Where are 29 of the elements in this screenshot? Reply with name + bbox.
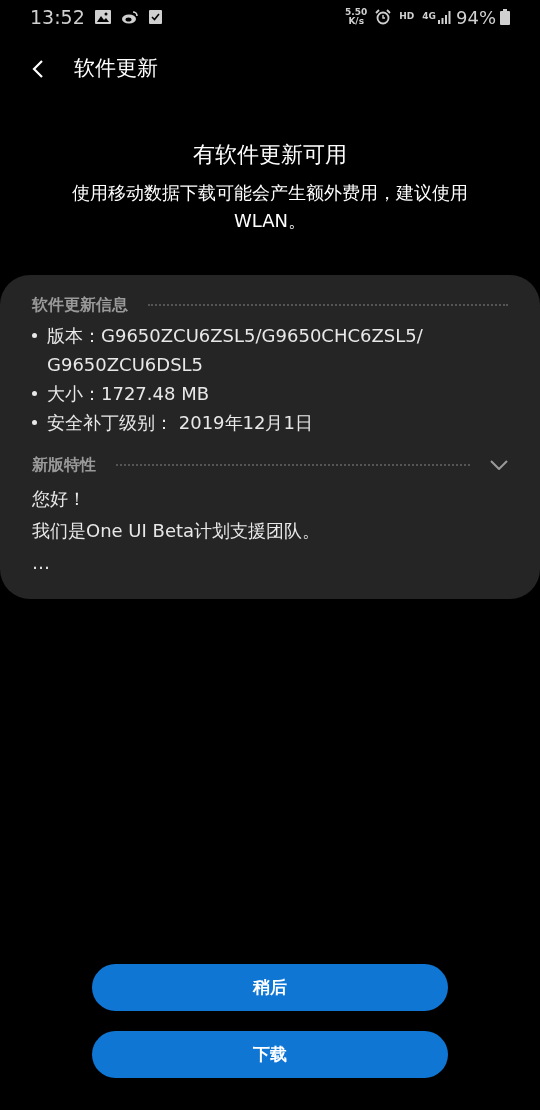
alarm-icon: [375, 9, 392, 25]
battery-percent: 94%: [456, 5, 496, 30]
battery-icon: [500, 9, 510, 25]
bullet-icon: [32, 391, 37, 396]
hd-label: HD: [399, 10, 415, 24]
bullet-icon: [32, 420, 37, 425]
back-icon: [32, 59, 44, 79]
speed-value: 5.50: [345, 8, 368, 17]
section-heading: 软件更新信息: [32, 294, 128, 316]
network-label: 4G: [422, 10, 436, 24]
update-title: 有软件更新可用: [193, 141, 347, 169]
signal-icon: [438, 10, 452, 24]
feature-text: …: [32, 551, 51, 575]
page-title: 软件更新: [74, 55, 158, 83]
feature-text: 我们是One UI Beta计划支援团队。: [32, 519, 322, 543]
feature-text: 您好！: [32, 487, 87, 511]
status-time: 13:52: [30, 4, 85, 30]
gallery-icon: [94, 10, 111, 24]
action-button[interactable]: 下载: [92, 1031, 448, 1078]
bullet-icon: [32, 333, 37, 338]
chevron-icon[interactable]: [490, 460, 508, 470]
info-item: 版本：G9650ZCU6ZSL5/G9650CHC6ZSL5/G9650ZCU6DSL5: [47, 324, 424, 377]
update-message: 使用移动数据下载可能会产生额外费用，建议使用WLAN。: [71, 181, 469, 233]
speed-unit: K/s: [348, 17, 364, 26]
action-button[interactable]: 稍后: [92, 964, 448, 1011]
info-item: 大小：1727.48 MB: [47, 382, 210, 406]
checkbox-icon: [148, 10, 162, 24]
section-heading: 新版特性: [32, 454, 96, 476]
info-item: 安全补丁级别： 2019年12月1日: [47, 411, 313, 435]
